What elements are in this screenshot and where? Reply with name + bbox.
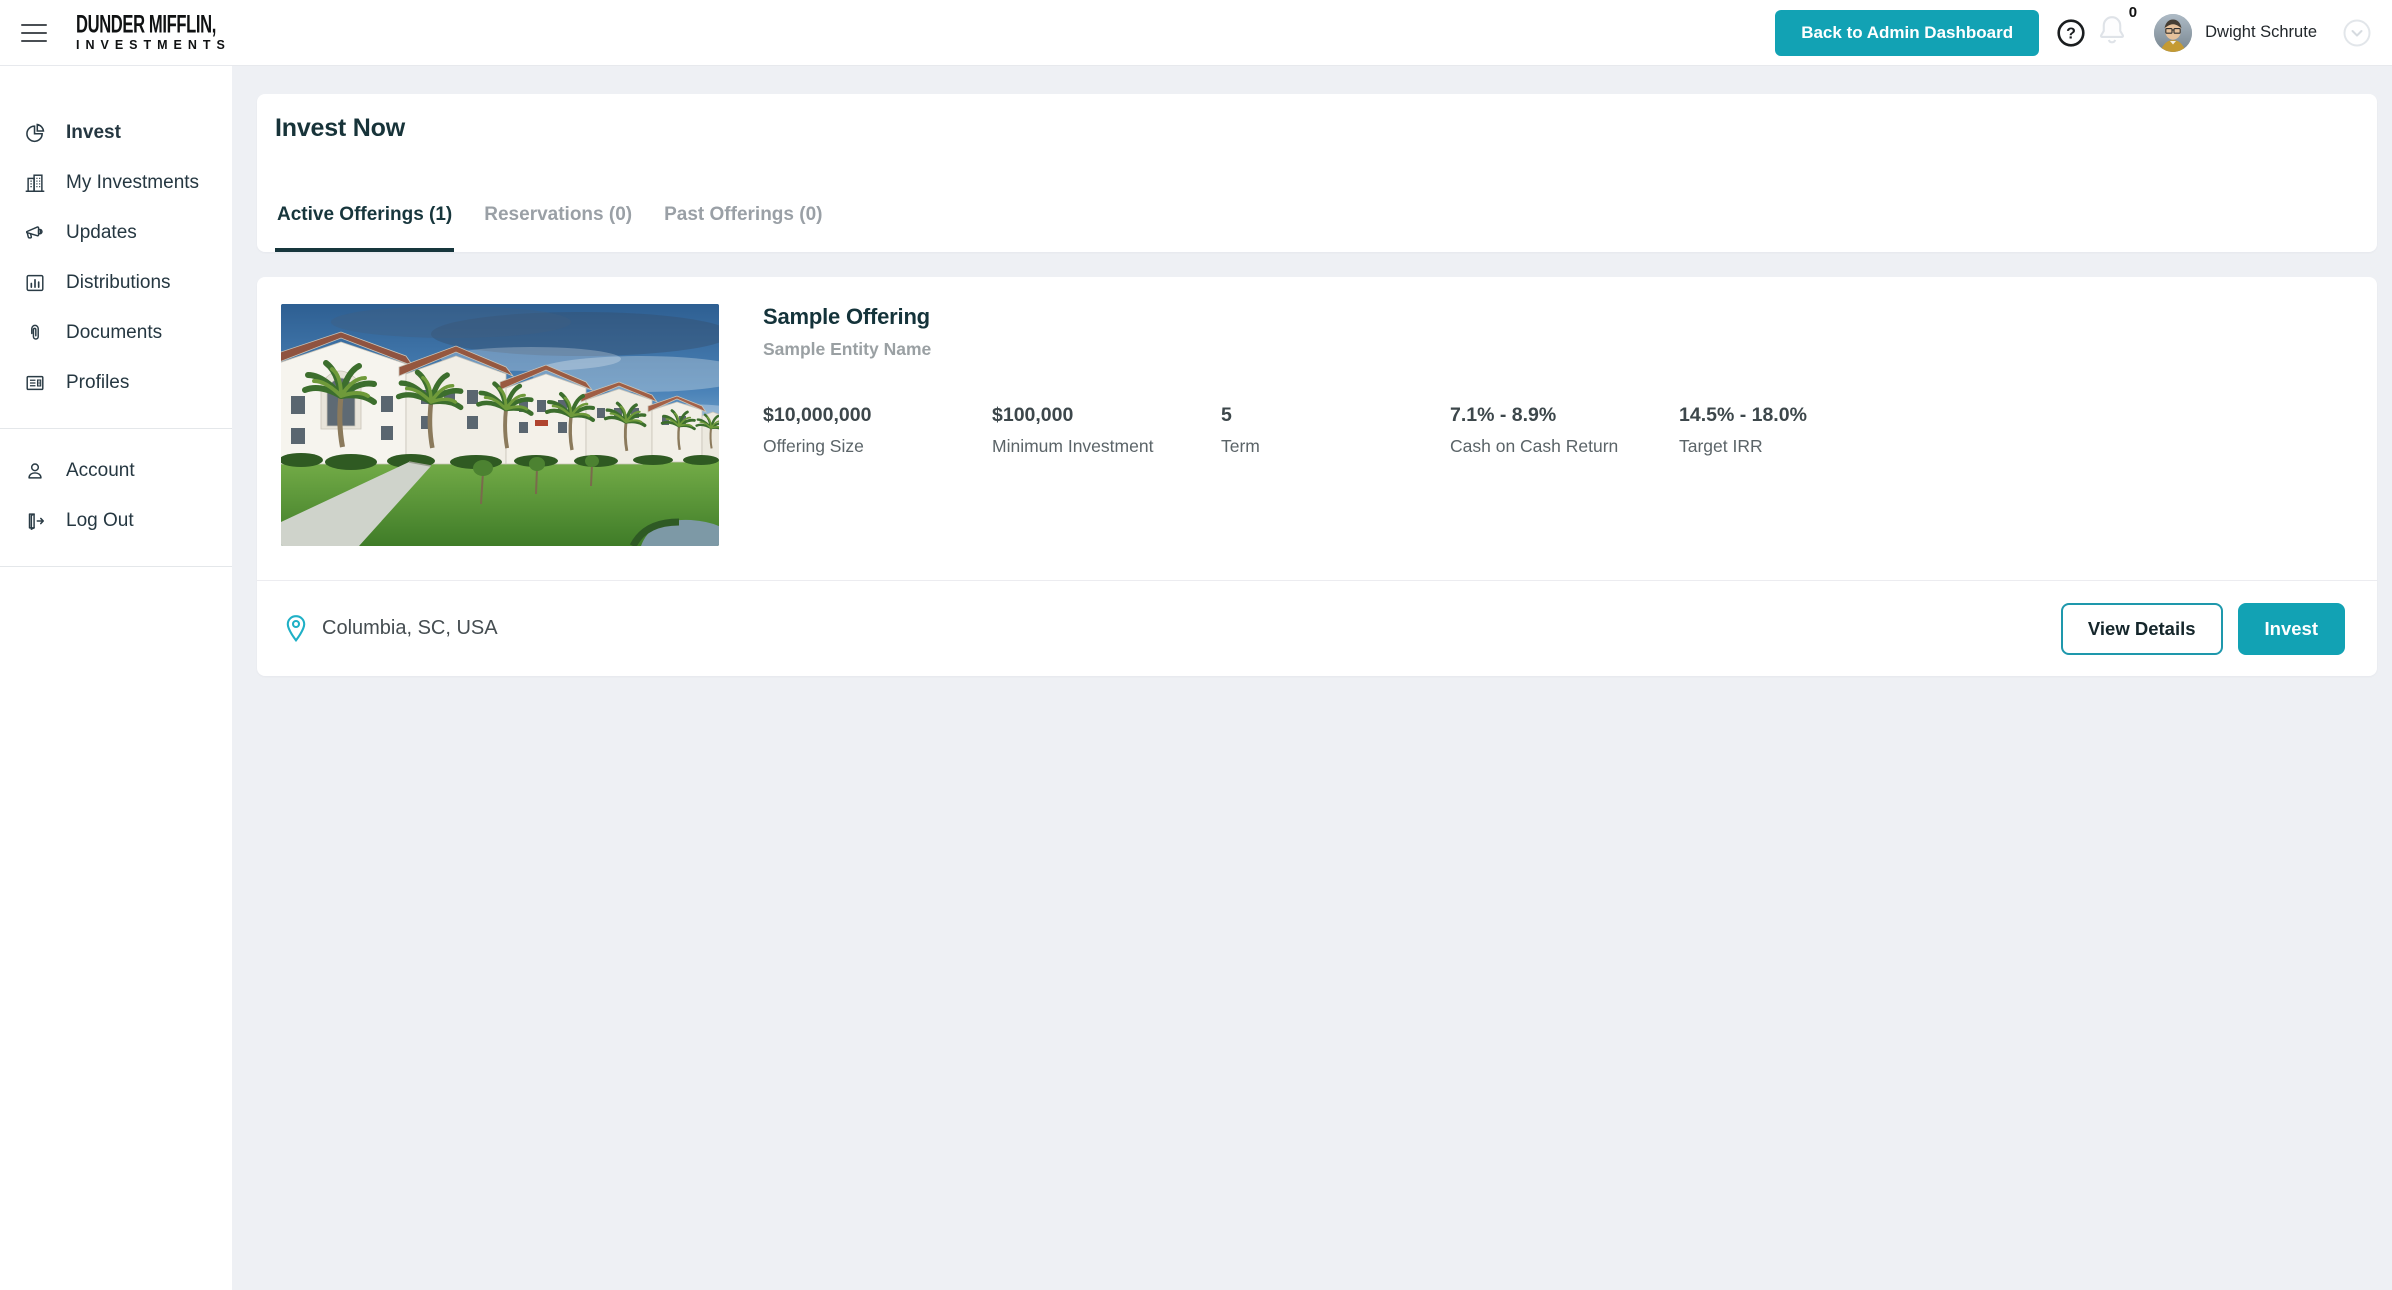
offering-stats: $10,000,000 Offering Size $100,000 Minim… (763, 404, 2345, 457)
user-icon (23, 459, 47, 483)
stat-value: $100,000 (992, 404, 1074, 426)
stat-label: Offering Size (763, 436, 864, 456)
building-icon (23, 171, 47, 195)
sidebar-item-documents[interactable]: Documents (0, 308, 232, 358)
offering-photo (281, 304, 719, 546)
bar-chart-icon (23, 271, 47, 295)
top-bar: DUNDER MIFFLIN, INVESTMENTS Back to Admi… (0, 0, 2392, 66)
logout-icon (23, 509, 47, 533)
stat-minimum-investment: $100,000 Minimum Investment (992, 404, 1221, 457)
tab-reservations[interactable]: Reservations (0) (482, 204, 634, 252)
stat-value: 5 (1221, 404, 1232, 426)
notification-bell-icon[interactable]: 0 (2096, 4, 2137, 52)
stat-value: 14.5% - 18.0% (1679, 404, 1807, 426)
offering-card: Sample Offering Sample Entity Name $10,0… (257, 277, 2377, 676)
stat-term: 5 Term (1221, 404, 1450, 457)
offerings-tabs: Active Offerings (1) Reservations (0) Pa… (275, 204, 2359, 252)
sidebar: Invest My Investments Updates Distributi… (0, 66, 232, 1290)
hamburger-menu-icon[interactable] (21, 23, 47, 42)
sidebar-item-label: Updates (66, 222, 137, 243)
sidebar-item-distributions[interactable]: Distributions (0, 258, 232, 308)
offering-title: Sample Offering (763, 304, 930, 329)
stat-label: Cash on Cash Return (1450, 436, 1619, 456)
invest-now-panel: Invest Now Active Offerings (1) Reservat… (257, 94, 2377, 252)
svg-text:?: ? (2066, 25, 2076, 42)
stat-value: $10,000,000 (763, 404, 872, 426)
sidebar-divider (0, 428, 232, 429)
sidebar-divider (0, 566, 232, 567)
view-details-button[interactable]: View Details (2060, 602, 2223, 655)
offering-card-body: Sample Offering Sample Entity Name $10,0… (281, 304, 2345, 546)
avatar[interactable] (2154, 13, 2193, 52)
notification-count-badge: 0 (2128, 4, 2138, 21)
sidebar-item-label: Distributions (66, 272, 171, 293)
sidebar-item-label: Log Out (66, 510, 134, 531)
tab-past-offerings[interactable]: Past Offerings (0) (662, 204, 824, 252)
megaphone-icon (23, 221, 47, 245)
pie-chart-icon (23, 121, 47, 145)
user-name: Dwight Schrute (2205, 23, 2317, 41)
sidebar-item-label: Account (66, 460, 135, 481)
back-to-admin-dashboard-button[interactable]: Back to Admin Dashboard (1775, 9, 2040, 56)
stat-value: 7.1% - 8.9% (1450, 404, 1557, 426)
stat-cash-on-cash-return: 7.1% - 8.9% Cash on Cash Return (1450, 404, 1679, 457)
sidebar-item-label: My Investments (66, 172, 200, 193)
sidebar-item-my-investments[interactable]: My Investments (0, 158, 232, 208)
stat-offering-size: $10,000,000 Offering Size (763, 404, 992, 457)
offering-entity-name: Sample Entity Name (763, 339, 932, 359)
sidebar-item-updates[interactable]: Updates (0, 208, 232, 258)
paperclip-icon (23, 321, 47, 345)
logo-line-2: INVESTMENTS (76, 38, 231, 53)
offering-location: Columbia, SC, USA (322, 617, 498, 639)
sidebar-item-profiles[interactable]: Profiles (0, 358, 232, 408)
stat-label: Minimum Investment (992, 436, 1154, 456)
sidebar-item-label: Invest (66, 122, 121, 143)
logo-line-1: DUNDER MIFFLIN, (76, 10, 216, 39)
offering-info: Sample Offering Sample Entity Name $10,0… (763, 304, 2345, 546)
id-card-icon (23, 371, 47, 395)
sidebar-item-invest[interactable]: Invest (0, 108, 232, 158)
sidebar-item-log-out[interactable]: Log Out (0, 496, 232, 546)
sidebar-item-label: Documents (66, 322, 163, 343)
location-pin-icon (286, 614, 306, 642)
stat-target-irr: 14.5% - 18.0% Target IRR (1679, 404, 1807, 457)
help-icon[interactable]: ? (2056, 18, 2086, 48)
offering-card-footer: Columbia, SC, USA View Details Invest (257, 580, 2377, 676)
company-logo: DUNDER MIFFLIN, INVESTMENTS (76, 10, 270, 53)
stat-label: Target IRR (1679, 436, 1763, 456)
chevron-down-icon[interactable] (2342, 18, 2372, 48)
page-title: Invest Now (275, 114, 405, 142)
stat-label: Term (1221, 436, 1260, 456)
tab-active-offerings[interactable]: Active Offerings (1) (275, 204, 455, 252)
sidebar-item-account[interactable]: Account (0, 446, 232, 496)
invest-button[interactable]: Invest (2237, 602, 2345, 655)
sidebar-item-label: Profiles (66, 372, 130, 393)
